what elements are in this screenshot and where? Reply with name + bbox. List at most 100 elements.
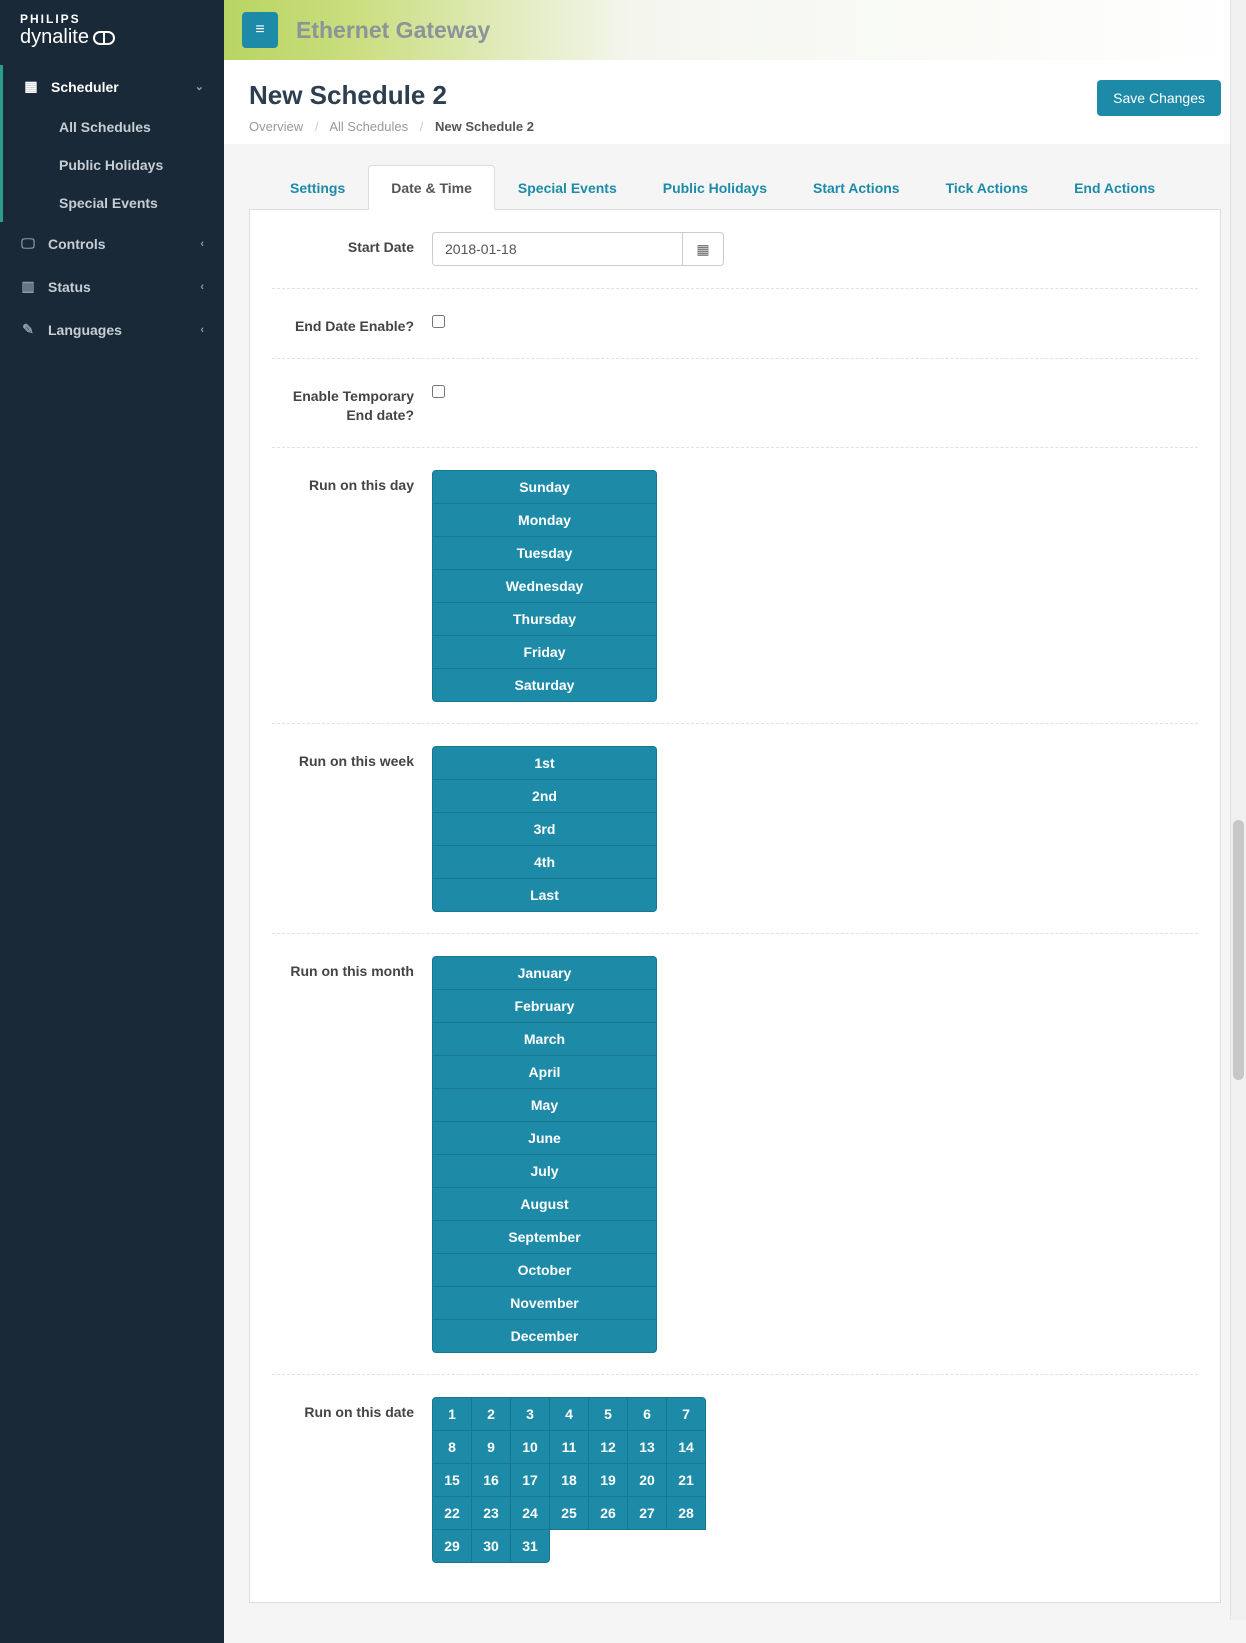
- tab-start-actions[interactable]: Start Actions: [790, 165, 923, 210]
- scrollbar[interactable]: [1230, 0, 1246, 1620]
- month-btn-apr[interactable]: April: [432, 1055, 657, 1089]
- monitor-icon: 🖵: [20, 235, 36, 252]
- month-btn-jan[interactable]: January: [432, 956, 657, 990]
- page-title: New Schedule 2: [249, 80, 534, 111]
- date-cell[interactable]: 10: [510, 1430, 550, 1464]
- start-date-group: ▦: [432, 232, 724, 266]
- month-btn-aug[interactable]: August: [432, 1187, 657, 1221]
- date-cell[interactable]: 12: [588, 1430, 628, 1464]
- month-btn-jul[interactable]: July: [432, 1154, 657, 1188]
- date-cell[interactable]: 22: [432, 1496, 472, 1530]
- month-btn-may[interactable]: May: [432, 1088, 657, 1122]
- sidebar-item-special-events[interactable]: Special Events: [3, 184, 224, 222]
- date-cell[interactable]: 15: [432, 1463, 472, 1497]
- date-cell[interactable]: 21: [666, 1463, 706, 1497]
- month-btn-nov[interactable]: November: [432, 1286, 657, 1320]
- day-btn-tuesday[interactable]: Tuesday: [432, 536, 657, 570]
- month-btn-sep[interactable]: September: [432, 1220, 657, 1254]
- date-cell[interactable]: 16: [471, 1463, 511, 1497]
- breadcrumb-item[interactable]: All Schedules: [329, 119, 408, 134]
- date-cell[interactable]: 5: [588, 1397, 628, 1431]
- tab-end-actions[interactable]: End Actions: [1051, 165, 1178, 210]
- tab-public-holidays[interactable]: Public Holidays: [640, 165, 790, 210]
- date-cell[interactable]: 2: [471, 1397, 511, 1431]
- day-btn-sunday[interactable]: Sunday: [432, 470, 657, 504]
- save-button[interactable]: Save Changes: [1097, 80, 1221, 116]
- day-btn-wednesday[interactable]: Wednesday: [432, 569, 657, 603]
- date-cell[interactable]: 13: [627, 1430, 667, 1464]
- breadcrumb-sep: /: [420, 119, 424, 134]
- month-btn-oct[interactable]: October: [432, 1253, 657, 1287]
- day-btn-saturday[interactable]: Saturday: [432, 668, 657, 702]
- date-cell[interactable]: 31: [510, 1529, 550, 1563]
- date-cell[interactable]: 1: [432, 1397, 472, 1431]
- date-cell[interactable]: 11: [549, 1430, 589, 1464]
- date-cell[interactable]: 9: [471, 1430, 511, 1464]
- week-btn-1st[interactable]: 1st: [432, 746, 657, 780]
- date-cell[interactable]: 26: [588, 1496, 628, 1530]
- label-start-date: Start Date: [272, 232, 432, 257]
- month-btn-feb[interactable]: February: [432, 989, 657, 1023]
- date-cell[interactable]: 3: [510, 1397, 550, 1431]
- week-btn-3rd[interactable]: 3rd: [432, 812, 657, 846]
- menu-toggle-button[interactable]: ≡: [242, 12, 278, 48]
- week-btn-2nd[interactable]: 2nd: [432, 779, 657, 813]
- start-date-input[interactable]: [432, 232, 682, 266]
- date-cell[interactable]: 6: [627, 1397, 667, 1431]
- date-cell[interactable]: 20: [627, 1463, 667, 1497]
- main: ≡ Ethernet Gateway New Schedule 2 Overvi…: [224, 0, 1246, 1643]
- date-cell[interactable]: 4: [549, 1397, 589, 1431]
- sidebar-item-status[interactable]: ▥ Status ‹: [0, 265, 224, 308]
- label-run-week: Run on this week: [272, 746, 432, 771]
- sidebar-item-all-schedules[interactable]: All Schedules: [3, 108, 224, 146]
- date-cell[interactable]: 17: [510, 1463, 550, 1497]
- brand-bottom: dynalite: [20, 26, 204, 49]
- tab-date-time[interactable]: Date & Time: [368, 165, 495, 210]
- day-btn-thursday[interactable]: Thursday: [432, 602, 657, 636]
- date-cell[interactable]: 28: [666, 1496, 706, 1530]
- month-btn-jun[interactable]: June: [432, 1121, 657, 1155]
- date-cell[interactable]: 29: [432, 1529, 472, 1563]
- tab-settings[interactable]: Settings: [267, 165, 368, 210]
- tab-tick-actions[interactable]: Tick Actions: [923, 165, 1051, 210]
- tab-special-events[interactable]: Special Events: [495, 165, 640, 210]
- scrollbar-thumb[interactable]: [1233, 820, 1244, 1080]
- date-cell[interactable]: 30: [471, 1529, 511, 1563]
- temp-end-date-checkbox[interactable]: [432, 385, 445, 398]
- date-cell[interactable]: 14: [666, 1430, 706, 1464]
- end-date-enable-checkbox[interactable]: [432, 315, 445, 328]
- date-cell[interactable]: 19: [588, 1463, 628, 1497]
- chevron-down-icon: ⌄: [195, 80, 204, 93]
- date-cell[interactable]: 24: [510, 1496, 550, 1530]
- date-cell[interactable]: 7: [666, 1397, 706, 1431]
- calendar-icon: ▦: [23, 78, 39, 95]
- breadcrumb: Overview / All Schedules / New Schedule …: [249, 119, 534, 134]
- week-btn-4th[interactable]: 4th: [432, 845, 657, 879]
- date-cell[interactable]: 18: [549, 1463, 589, 1497]
- sidebar-item-public-holidays[interactable]: Public Holidays: [3, 146, 224, 184]
- label-run-month: Run on this month: [272, 956, 432, 981]
- date-cell[interactable]: 27: [627, 1496, 667, 1530]
- sidebar-item-languages[interactable]: ✎ Languages ‹: [0, 308, 224, 351]
- topbar: ≡ Ethernet Gateway: [224, 0, 1246, 60]
- month-btn-dec[interactable]: December: [432, 1319, 657, 1353]
- date-cell[interactable]: 8: [432, 1430, 472, 1464]
- tabs: Settings Date & Time Special Events Publ…: [249, 164, 1221, 210]
- week-btn-last[interactable]: Last: [432, 878, 657, 912]
- sidebar-item-scheduler[interactable]: ▦ Scheduler ⌄: [3, 65, 224, 108]
- content-header: New Schedule 2 Overview / All Schedules …: [224, 60, 1246, 144]
- sidebar-item-label: Scheduler: [51, 79, 119, 95]
- sidebar-item-controls[interactable]: 🖵 Controls ‹: [0, 222, 224, 265]
- row-run-day: Run on this day Sunday Monday Tuesday We…: [272, 470, 1198, 724]
- calendar-button[interactable]: ▦: [682, 232, 724, 266]
- month-btn-mar[interactable]: March: [432, 1022, 657, 1056]
- day-btn-friday[interactable]: Friday: [432, 635, 657, 669]
- date-cell[interactable]: 25: [549, 1496, 589, 1530]
- day-btn-monday[interactable]: Monday: [432, 503, 657, 537]
- week-buttons: 1st 2nd 3rd 4th Last: [432, 746, 657, 912]
- row-run-week: Run on this week 1st 2nd 3rd 4th Last: [272, 746, 1198, 934]
- date-cell[interactable]: 23: [471, 1496, 511, 1530]
- breadcrumb-item[interactable]: Overview: [249, 119, 303, 134]
- app-title: Ethernet Gateway: [296, 17, 490, 44]
- sidebar-item-label: Status: [48, 279, 91, 295]
